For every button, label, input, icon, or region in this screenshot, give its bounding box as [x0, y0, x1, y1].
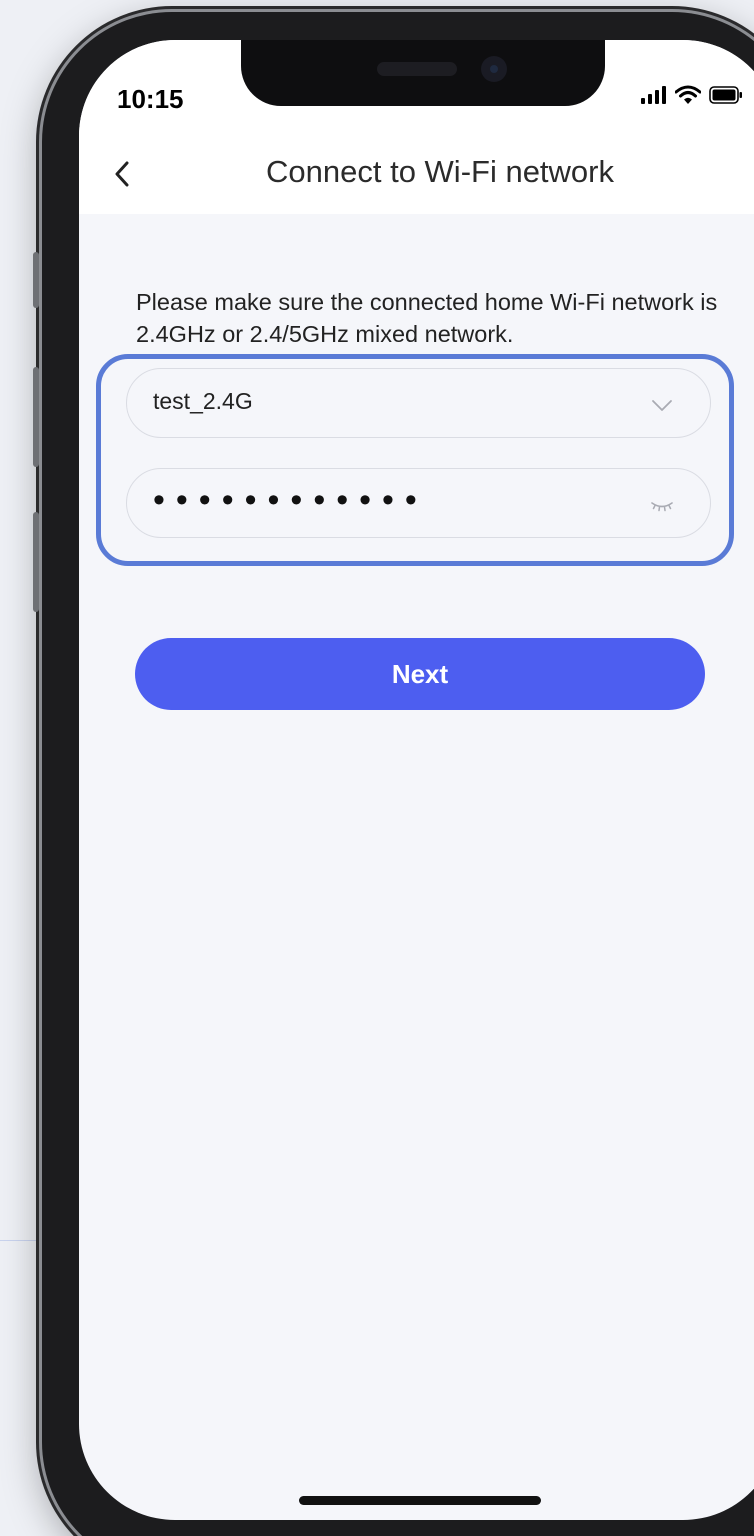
- network-notice: Please make sure the connected home Wi-F…: [136, 289, 718, 347]
- volume-up-button: [33, 367, 39, 467]
- front-camera: [481, 56, 507, 82]
- mute-switch: [33, 252, 39, 308]
- eye-closed-icon[interactable]: [650, 493, 674, 517]
- next-button[interactable]: Next: [135, 638, 705, 710]
- signal-icon: [641, 85, 667, 110]
- status-icons: [641, 85, 743, 110]
- page-title: Connect to Wi-Fi network: [266, 154, 614, 189]
- ssid-select[interactable]: test_2.4G: [126, 368, 711, 438]
- speaker: [377, 62, 457, 76]
- home-indicator: [299, 1496, 541, 1505]
- status-time: 10:15: [117, 84, 184, 114]
- battery-icon: [709, 85, 743, 110]
- ssid-value: test_2.4G: [153, 388, 253, 414]
- stage: 10:15 Connect to Wi-Fi network Please ma…: [0, 0, 754, 1536]
- password-masked-value: ••••••••••••: [153, 481, 428, 519]
- phone-screen: 10:15 Connect to Wi-Fi network Please ma…: [79, 40, 754, 1520]
- notch: [241, 40, 605, 106]
- password-field[interactable]: ••••••••••••: [126, 468, 711, 538]
- volume-down-button: [33, 512, 39, 612]
- chevron-down-icon[interactable]: [650, 393, 674, 417]
- wifi-icon: [674, 85, 702, 110]
